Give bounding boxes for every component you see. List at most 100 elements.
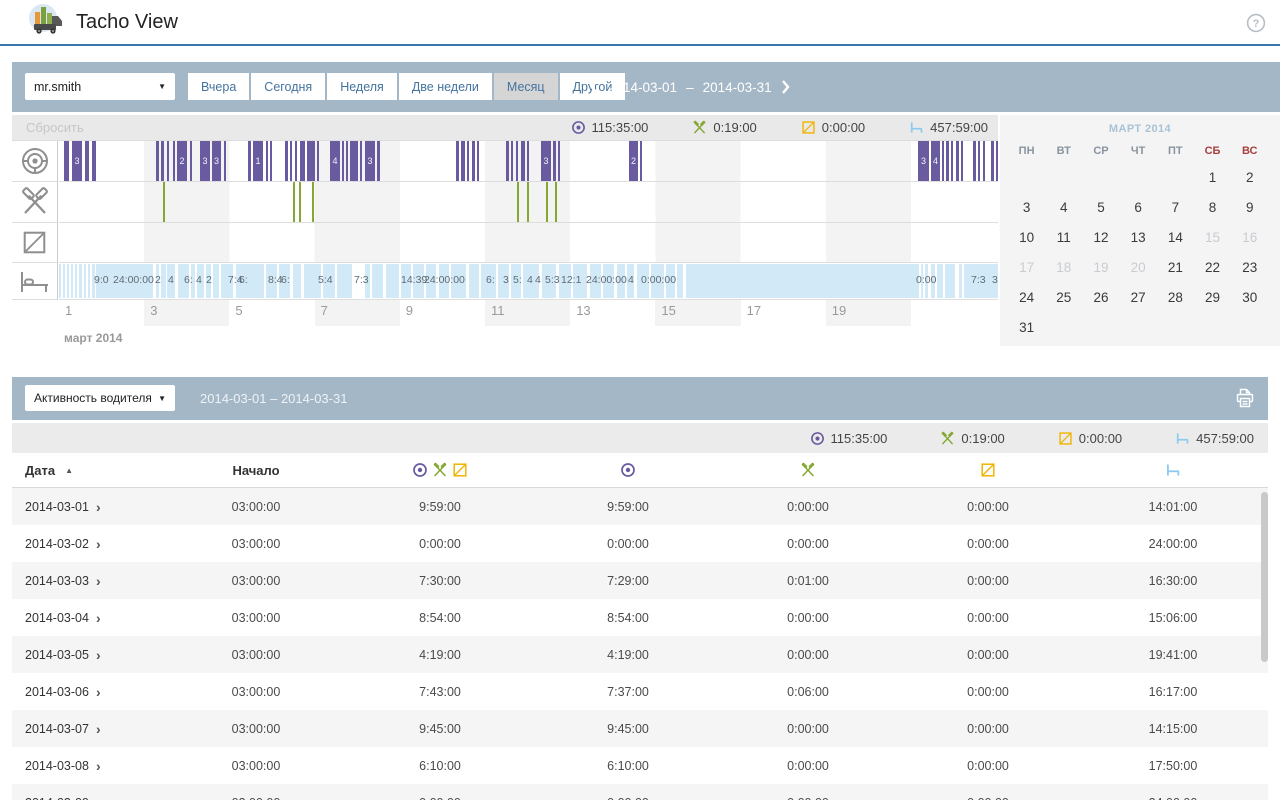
row-date[interactable]: 2014-03-05› — [12, 636, 170, 673]
rest-duration-label: 7:3 — [971, 263, 986, 298]
driving-bar: 4 — [931, 141, 940, 181]
calendar-day[interactable]: 7 — [1157, 192, 1194, 222]
rest-duration-label: 6: — [239, 263, 248, 298]
row-expand-icon[interactable]: › — [96, 537, 101, 551]
calendar-day[interactable]: 10 — [1008, 222, 1045, 252]
prev-range-button[interactable] — [590, 80, 599, 94]
calendar-day-empty — [1120, 312, 1157, 342]
rest-duration-label: 7:3 — [354, 263, 369, 298]
print-button[interactable] — [1234, 388, 1256, 414]
range-button-two-weeks[interactable]: Две недели — [399, 73, 492, 100]
cell-start: 03:00:00 — [170, 747, 342, 784]
calendar-day[interactable]: 31 — [1008, 312, 1045, 342]
stat-work: 0:19:00 — [940, 431, 1004, 446]
calendar-day[interactable]: 3 — [1008, 192, 1045, 222]
cell-availability: 0:00:00 — [898, 525, 1078, 562]
row-expand-icon[interactable]: › — [96, 759, 101, 773]
row-date[interactable]: 2014-03-06› — [12, 673, 170, 710]
column-header-start[interactable]: Начало — [170, 453, 342, 487]
column-header-rest[interactable] — [1078, 453, 1268, 487]
calendar-day[interactable]: 5 — [1082, 192, 1119, 222]
table-scrollbar[interactable] — [1261, 492, 1268, 662]
calendar-day[interactable]: 26 — [1082, 282, 1119, 312]
driving-bar — [342, 141, 344, 181]
help-icon[interactable]: ? — [1246, 13, 1266, 38]
row-expand-icon[interactable]: › — [96, 611, 101, 625]
rest-gap — [90, 264, 92, 298]
work-icon — [940, 431, 955, 446]
driving-bar — [640, 141, 642, 181]
work-row — [59, 182, 998, 223]
calendar-day[interactable]: 8 — [1194, 192, 1231, 222]
range-button-today[interactable]: Сегодня — [251, 73, 325, 100]
row-expand-icon[interactable]: › — [96, 796, 101, 800]
row-expand-icon[interactable]: › — [96, 574, 101, 588]
rest-duration-label: 5:4 — [318, 263, 333, 298]
calendar-day[interactable]: 4 — [1045, 192, 1082, 222]
calendar-day[interactable]: 13 — [1120, 222, 1157, 252]
calendar-day[interactable]: 22 — [1194, 252, 1231, 282]
column-header-work[interactable] — [718, 453, 898, 487]
calendar-day[interactable]: 28 — [1157, 282, 1194, 312]
table-row: 2014-03-08›03:00:006:10:006:10:000:00:00… — [12, 747, 1268, 784]
calendar-day[interactable]: 21 — [1157, 252, 1194, 282]
driving-bar-label: 3 — [921, 156, 926, 166]
reset-button[interactable]: Сбросить — [12, 120, 84, 135]
calendar-day: 18 — [1045, 252, 1082, 282]
row-expand-icon[interactable]: › — [96, 648, 101, 662]
calendar-day[interactable]: 12 — [1082, 222, 1119, 252]
rest-gap — [962, 264, 964, 298]
cell-start: 03:00:00 — [170, 784, 342, 800]
axis-tick: 19 — [826, 300, 911, 326]
row-date[interactable]: 2014-03-07› — [12, 710, 170, 747]
row-date[interactable]: 2014-03-08› — [12, 747, 170, 784]
row-expand-icon[interactable]: › — [96, 685, 101, 699]
calendar-day[interactable]: 1 — [1194, 162, 1231, 192]
row-date[interactable]: 2014-03-01› — [12, 488, 170, 525]
row-date[interactable]: 2014-03-03› — [12, 562, 170, 599]
calendar-day[interactable]: 2 — [1231, 162, 1268, 192]
calendar-day[interactable]: 25 — [1045, 282, 1082, 312]
rest-gap — [264, 264, 266, 298]
row-expand-icon[interactable]: › — [96, 500, 101, 514]
calendar-day[interactable]: 27 — [1120, 282, 1157, 312]
column-header-driving[interactable] — [538, 453, 718, 487]
range-button-week[interactable]: Неделя — [327, 73, 397, 100]
axis-tick: 9 — [400, 300, 485, 326]
column-header-combined[interactable] — [342, 453, 538, 487]
work-mark — [555, 182, 557, 222]
axis-tick: 1 — [59, 300, 144, 326]
calendar-day[interactable]: 6 — [1120, 192, 1157, 222]
driving-bar — [317, 141, 319, 181]
column-header-date[interactable]: Дата▲ — [12, 453, 170, 487]
report-summary-bar: 115:35:000:19:000:00:00457:59:00 — [12, 423, 1268, 453]
row-expand-icon[interactable]: › — [96, 722, 101, 736]
calendar-day[interactable]: 11 — [1045, 222, 1082, 252]
driving-icon — [571, 120, 586, 135]
calendar-day[interactable]: 23 — [1231, 252, 1268, 282]
report-type-select[interactable]: Активность водителя ▼ — [25, 385, 175, 411]
calendar-weekday-label: ПТ — [1157, 145, 1194, 157]
next-range-button[interactable] — [781, 80, 790, 94]
row-date[interactable]: 2014-03-02› — [12, 525, 170, 562]
calendar-day[interactable]: 9 — [1231, 192, 1268, 222]
calendar-day-empty — [1082, 162, 1119, 192]
driving-bar-label: 3 — [74, 156, 79, 166]
column-header-availability[interactable] — [898, 453, 1078, 487]
axis-tick: 5 — [229, 300, 314, 326]
calendar-day[interactable]: 30 — [1231, 282, 1268, 312]
calendar-day: 17 — [1008, 252, 1045, 282]
range-button-month[interactable]: Месяц — [494, 73, 558, 100]
calendar-day[interactable]: 29 — [1194, 282, 1231, 312]
calendar-day[interactable]: 14 — [1157, 222, 1194, 252]
calendar-day[interactable]: 24 — [1008, 282, 1045, 312]
row-date[interactable]: 2014-03-04› — [12, 599, 170, 636]
driving-bar — [161, 141, 164, 181]
driving-bar — [300, 141, 305, 181]
row-date[interactable]: 2014-03-09› — [12, 784, 170, 800]
driver-select[interactable]: mr.smith ▼ — [25, 73, 175, 100]
driving-bar: 3 — [212, 141, 221, 181]
cell-start: 03:00:00 — [170, 673, 342, 710]
rest-gap — [634, 264, 637, 298]
range-button-yesterday[interactable]: Вчера — [188, 73, 249, 100]
